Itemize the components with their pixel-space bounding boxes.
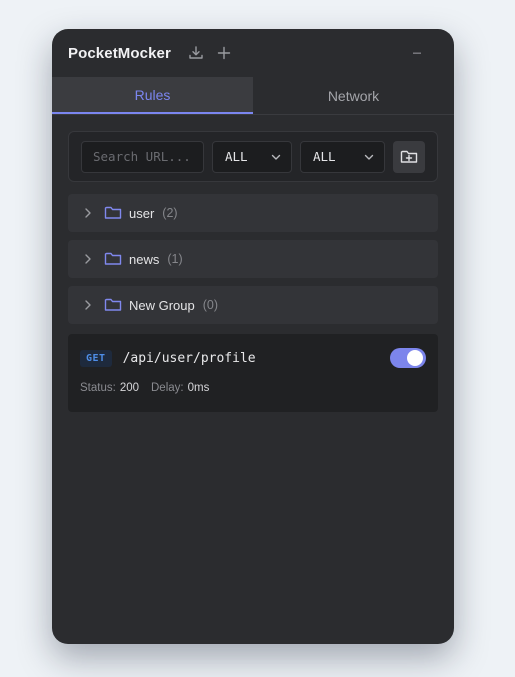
pocketmocker-panel: PocketMocker Rules Network ALL ALL [52,29,454,644]
rule-header: GET /api/user/profile [80,334,426,382]
method-badge: GET [80,349,112,367]
rule-card[interactable]: GET /api/user/profile Status: 200 Delay:… [68,334,438,412]
toggle-knob [407,350,423,366]
status-label: Status: [80,382,116,394]
tab-rules[interactable]: Rules [52,77,253,114]
chevron-right-icon[interactable] [81,252,95,266]
chevron-right-icon[interactable] [81,206,95,220]
plus-icon[interactable] [215,44,233,62]
chevron-right-icon[interactable] [81,298,95,312]
chevron-down-icon [271,154,281,160]
group-count: (0) [202,298,219,312]
rule-url-path: /api/user/profile [122,350,256,366]
method-filter-value: ALL [225,149,248,164]
group-name: New Group [129,297,195,313]
tab-bar: Rules Network [52,77,454,115]
folder-icon [104,297,122,313]
group-count: (2) [162,206,178,220]
method-filter-select[interactable]: ALL [212,140,292,173]
add-group-button[interactable] [393,140,425,173]
download-icon[interactable] [187,44,205,62]
search-input[interactable] [81,140,204,173]
chevron-down-icon [364,154,374,160]
delay-value: 0ms [187,382,210,394]
folder-icon [104,251,122,267]
status-value: 200 [119,382,139,394]
panel-header: PocketMocker [52,29,454,77]
rules-toolbar: ALL ALL [68,131,438,182]
group-row-news[interactable]: news (1) [68,240,438,278]
group-name: user [129,205,155,221]
tab-network[interactable]: Network [253,77,454,114]
rule-meta: Status: 200 Delay: 0ms [80,382,426,394]
rule-enabled-toggle[interactable] [390,348,426,368]
minus-icon[interactable] [408,44,426,62]
folder-icon [104,205,122,221]
delay-label: Delay: [151,382,184,394]
app-title: PocketMocker [68,44,171,62]
folder-plus-icon [400,150,418,163]
group-row-user[interactable]: user (2) [68,194,438,232]
group-name: news [129,251,160,267]
group-count: (1) [167,252,183,266]
status-filter-value: ALL [313,149,336,164]
status-filter-select[interactable]: ALL [300,140,385,173]
group-row-new-group[interactable]: New Group (0) [68,286,438,324]
